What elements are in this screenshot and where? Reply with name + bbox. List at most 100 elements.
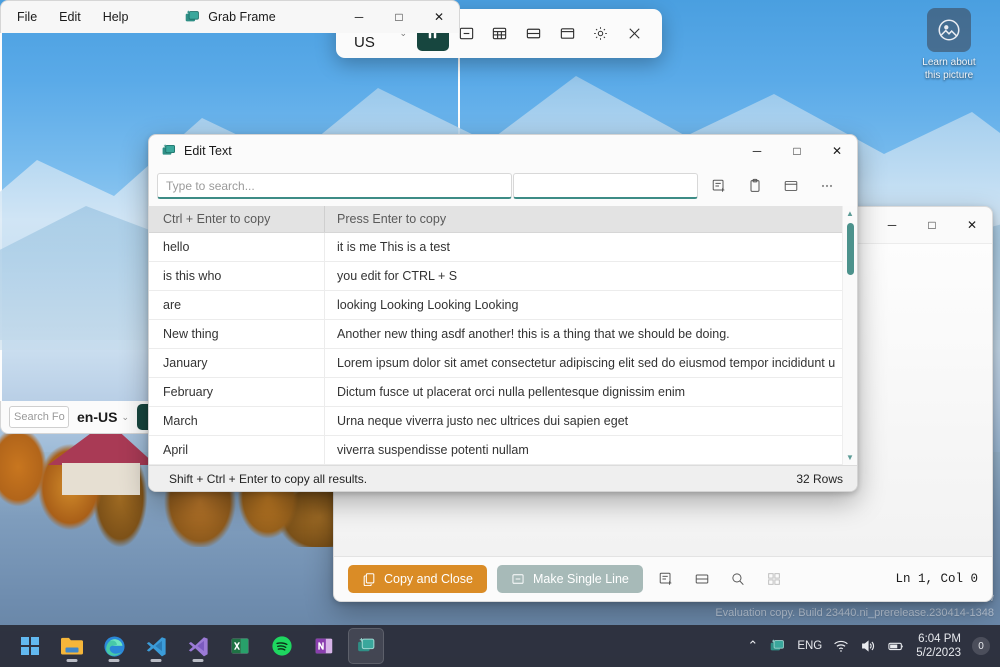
menu-edit[interactable]: Edit: [59, 10, 81, 24]
file-explorer-button[interactable]: [54, 628, 90, 664]
text-grab-bottom-toolbar: Copy and Close Make Single Line: [334, 557, 992, 601]
menu-file[interactable]: File: [17, 10, 37, 24]
close-button[interactable]: [618, 17, 650, 51]
table-view-button[interactable]: [484, 17, 516, 51]
more-options-icon[interactable]: [812, 172, 842, 200]
grid-header-col1[interactable]: Press Enter to copy: [325, 206, 857, 232]
settings-button[interactable]: [585, 17, 617, 51]
make-single-line-button[interactable]: Make Single Line: [497, 565, 643, 593]
table-row[interactable]: February Dictum fusce ut placerat orci n…: [149, 378, 857, 407]
row-cell-value: Dictum fusce ut placerat orci nulla pell…: [325, 378, 857, 406]
clock[interactable]: 6:04 PM 5/2/2023: [916, 632, 961, 660]
table-row[interactable]: April viverra suspendisse potenti nullam: [149, 436, 857, 465]
row-cell-key: are: [149, 291, 325, 319]
desktop-icon-learn-about-picture[interactable]: Learn about this picture: [906, 4, 992, 82]
clock-time: 6:04 PM: [916, 632, 961, 646]
copy-and-close-button[interactable]: Copy and Close: [348, 565, 487, 593]
search-input[interactable]: Type to search...: [157, 173, 512, 199]
row-cell-value: looking Looking Looking Looking: [325, 291, 857, 319]
vscode-button[interactable]: [138, 628, 174, 664]
table-row[interactable]: is this who you edit for CTRL + S: [149, 262, 857, 291]
search-secondary-input[interactable]: [513, 173, 698, 199]
grab-frame-menubar: File Edit Help: [1, 10, 128, 24]
tray-textgrab-icon[interactable]: [769, 638, 786, 655]
table-row[interactable]: hello it is me This is a test: [149, 233, 857, 262]
desktop-icon-label-line2: this picture: [906, 69, 992, 82]
table-row[interactable]: New thing Another new thing asdf another…: [149, 320, 857, 349]
edit-text-toolbar: Type to search...: [149, 166, 857, 206]
edge-button[interactable]: [96, 628, 132, 664]
row-cell-key: February: [149, 378, 325, 406]
row-cell-value: Lorem ipsum dolor sit amet consectetur a…: [325, 349, 857, 377]
window-icon[interactable]: [776, 172, 806, 200]
window-view-button[interactable]: [551, 17, 583, 51]
row-cell-key: March: [149, 407, 325, 435]
split-icon[interactable]: [689, 566, 715, 592]
excel-button[interactable]: [222, 628, 258, 664]
close-button[interactable]: ✕: [817, 135, 857, 166]
row-cell-value: it is me This is a test: [325, 233, 857, 261]
edit-text-title-text: Edit Text: [184, 144, 232, 158]
maximize-button[interactable]: □: [777, 135, 817, 166]
picture-icon: [927, 8, 971, 52]
menu-help[interactable]: Help: [103, 10, 129, 24]
grab-frame-titlebar[interactable]: File Edit Help Grab Frame ─ □ ✕: [0, 0, 460, 33]
line-column-indicator: Ln 1, Col 0: [895, 572, 978, 586]
notification-badge[interactable]: 0: [972, 637, 990, 655]
add-lines-icon[interactable]: [704, 172, 734, 200]
minimize-button[interactable]: ─: [339, 1, 379, 33]
wifi-icon[interactable]: [833, 638, 849, 654]
language-label[interactable]: en-US: [77, 409, 117, 425]
row-cell-key: January: [149, 349, 325, 377]
scroll-up-arrow[interactable]: ▲: [846, 206, 854, 221]
table-row[interactable]: are looking Looking Looking Looking: [149, 291, 857, 320]
results-grid[interactable]: Ctrl + Enter to copy Press Enter to copy…: [149, 206, 857, 465]
row-cell-key: is this who: [149, 262, 325, 290]
edit-text-window: Edit Text ─ □ ✕ Type to search...: [148, 134, 858, 492]
row-cell-value: Urna neque viverra justo nec ultrices du…: [325, 407, 857, 435]
onenote-button[interactable]: [306, 628, 342, 664]
edit-text-titlebar[interactable]: Edit Text ─ □ ✕: [149, 135, 857, 166]
clock-date: 5/2/2023: [916, 646, 961, 660]
chevron-down-icon[interactable]: ⌄: [121, 412, 129, 423]
search-input[interactable]: Search Fo: [9, 406, 69, 428]
status-bar: Shift + Ctrl + Enter to copy all results…: [149, 465, 857, 491]
spotify-button[interactable]: [264, 628, 300, 664]
copy-and-close-label: Copy and Close: [384, 572, 473, 586]
maximize-button[interactable]: □: [379, 1, 419, 33]
textgrab-button[interactable]: [348, 628, 384, 664]
scrollbar-thumb[interactable]: [847, 223, 854, 275]
search-icon[interactable]: [725, 566, 751, 592]
add-lines-icon[interactable]: [653, 566, 679, 592]
make-single-line-label: Make Single Line: [533, 572, 629, 586]
language-indicator[interactable]: ENG: [797, 640, 822, 652]
row-count: 32 Rows: [796, 472, 843, 486]
close-button[interactable]: ✕: [419, 1, 459, 33]
visual-studio-button[interactable]: [180, 628, 216, 664]
grid-header-row: Ctrl + Enter to copy Press Enter to copy: [149, 206, 857, 233]
vertical-scrollbar[interactable]: ▲ ▼: [842, 206, 857, 465]
maximize-button[interactable]: □: [912, 207, 952, 243]
results-grid-wrapper: Ctrl + Enter to copy Press Enter to copy…: [149, 206, 857, 491]
split-view-button[interactable]: [518, 17, 550, 51]
close-button[interactable]: ✕: [952, 207, 992, 243]
volume-icon[interactable]: [860, 638, 876, 654]
grid-header-col0[interactable]: Ctrl + Enter to copy: [149, 206, 325, 232]
start-button[interactable]: [12, 628, 48, 664]
battery-icon[interactable]: [887, 638, 905, 654]
minimize-button[interactable]: ─: [737, 135, 777, 166]
text-grab-app-icon: [184, 9, 201, 26]
table-row[interactable]: March Urna neque viverra justo nec ultri…: [149, 407, 857, 436]
grid-icon[interactable]: [761, 566, 787, 592]
taskbar: ⌃ ENG: [0, 625, 1000, 667]
grab-frame-title-text: Grab Frame: [208, 10, 275, 24]
row-cell-value: Another new thing asdf another! this is …: [325, 320, 857, 348]
row-cell-key: April: [149, 436, 325, 464]
desktop-icon-label-line1: Learn about: [906, 56, 992, 69]
clipboard-icon[interactable]: [740, 172, 770, 200]
scroll-down-arrow[interactable]: ▼: [846, 450, 854, 465]
house-wall: [62, 463, 140, 495]
chevron-up-icon[interactable]: ⌃: [747, 638, 758, 654]
minimize-button[interactable]: ─: [872, 207, 912, 243]
table-row[interactable]: January Lorem ipsum dolor sit amet conse…: [149, 349, 857, 378]
